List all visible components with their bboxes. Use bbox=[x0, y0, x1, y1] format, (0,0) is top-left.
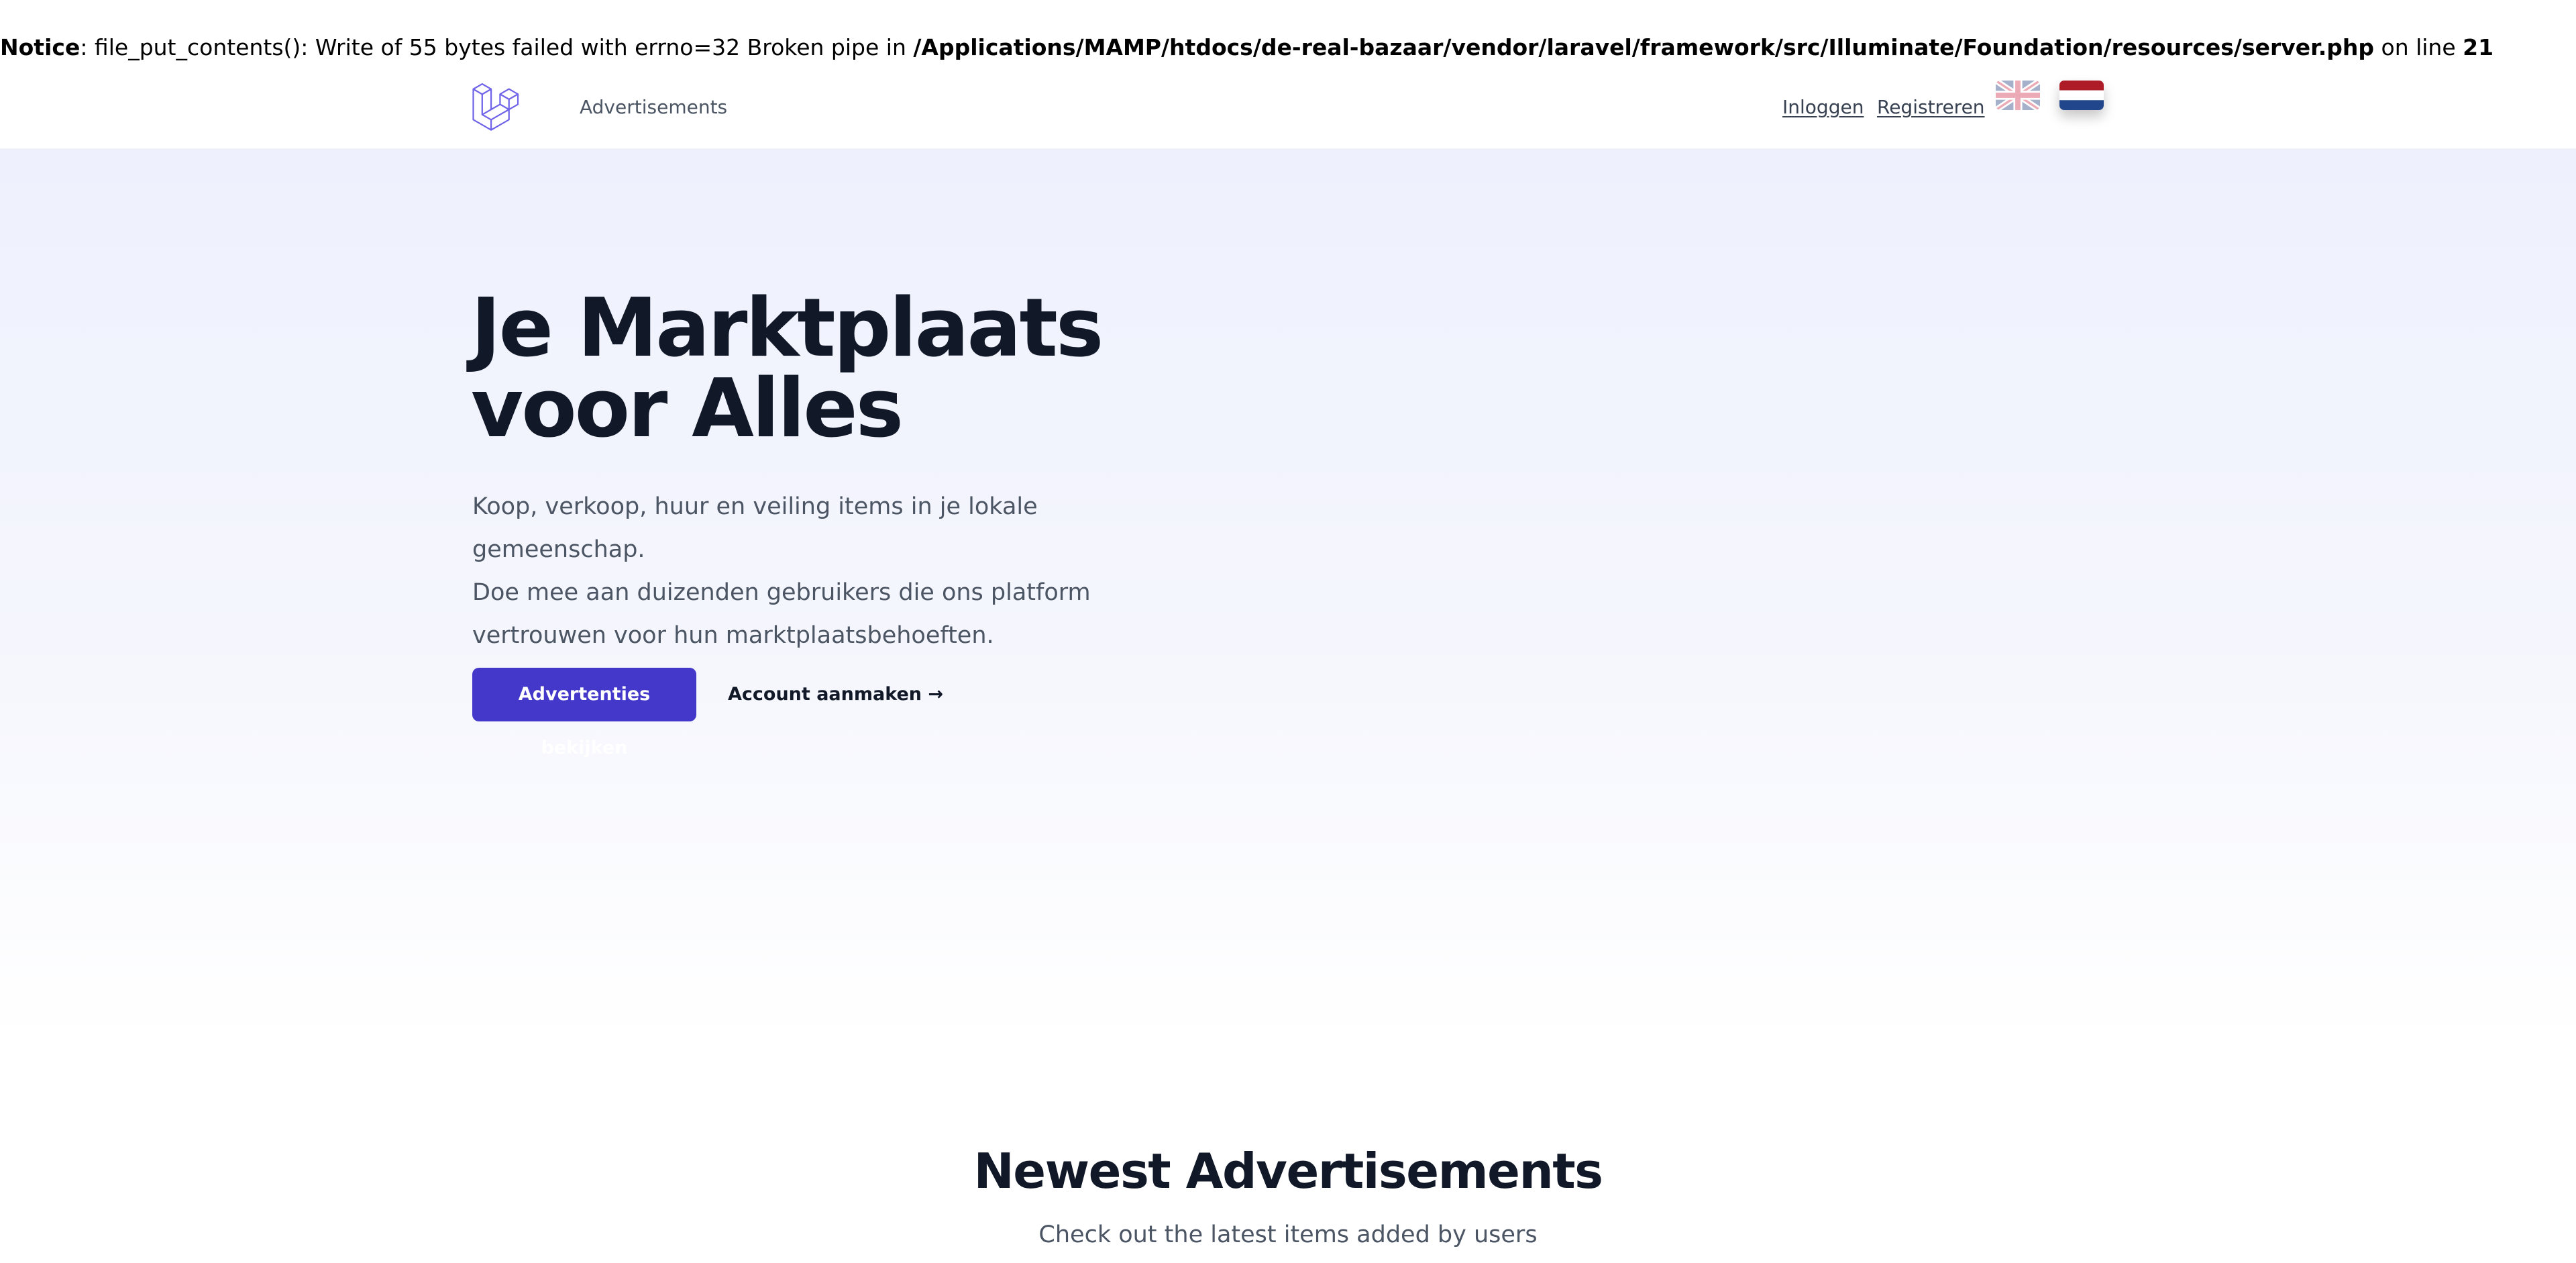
hero-description-line2: Doe mee aan duizenden gebruikers die ons… bbox=[472, 579, 1091, 606]
view-advertisements-button[interactable]: Advertenties bekijken bbox=[472, 668, 696, 758]
hero-description-line1: Koop, verkoop, huur en veiling items in … bbox=[472, 493, 1038, 563]
hero-title-line2: voor Alles bbox=[471, 362, 904, 456]
notice-path: /Applications/MAMP/htdocs/de-real-bazaar… bbox=[913, 34, 2375, 60]
hero-title: Je Marktplaats voor Alles bbox=[471, 289, 1276, 450]
hero-section bbox=[0, 149, 2576, 1042]
laravel-logo-icon[interactable] bbox=[472, 83, 520, 132]
newest-advertisements-subtitle: Check out the latest items added by user… bbox=[1038, 1221, 1538, 1248]
hero-description: Koop, verkoop, huur en veiling items in … bbox=[472, 485, 1197, 657]
hero-title-line1: Je Marktplaats bbox=[471, 282, 1104, 375]
php-notice: Notice: file_put_contents(): Write of 55… bbox=[0, 31, 2493, 64]
hero-description-line3: vertrouwen voor hun marktplaatsbehoeften… bbox=[472, 622, 994, 649]
nav-advertisements-link[interactable]: Advertisements bbox=[580, 94, 727, 121]
newest-advertisements-title: Newest Advertisements bbox=[973, 1143, 1603, 1199]
netherlands-flag-icon[interactable] bbox=[2059, 81, 2104, 110]
notice-message: : file_put_contents(): Write of 55 bytes… bbox=[80, 34, 914, 60]
notice-line-number: 21 bbox=[2463, 34, 2494, 60]
create-account-link[interactable]: Account aanmaken → bbox=[728, 668, 943, 721]
notice-label: Notice bbox=[0, 34, 80, 60]
uk-flag-icon[interactable] bbox=[1996, 81, 2040, 110]
register-link[interactable]: Registreren bbox=[1877, 94, 1985, 121]
notice-line-text: on line bbox=[2374, 34, 2463, 60]
login-link[interactable]: Inloggen bbox=[1782, 94, 1864, 121]
top-navigation: Advertisements Inloggen Registreren bbox=[0, 74, 2576, 149]
